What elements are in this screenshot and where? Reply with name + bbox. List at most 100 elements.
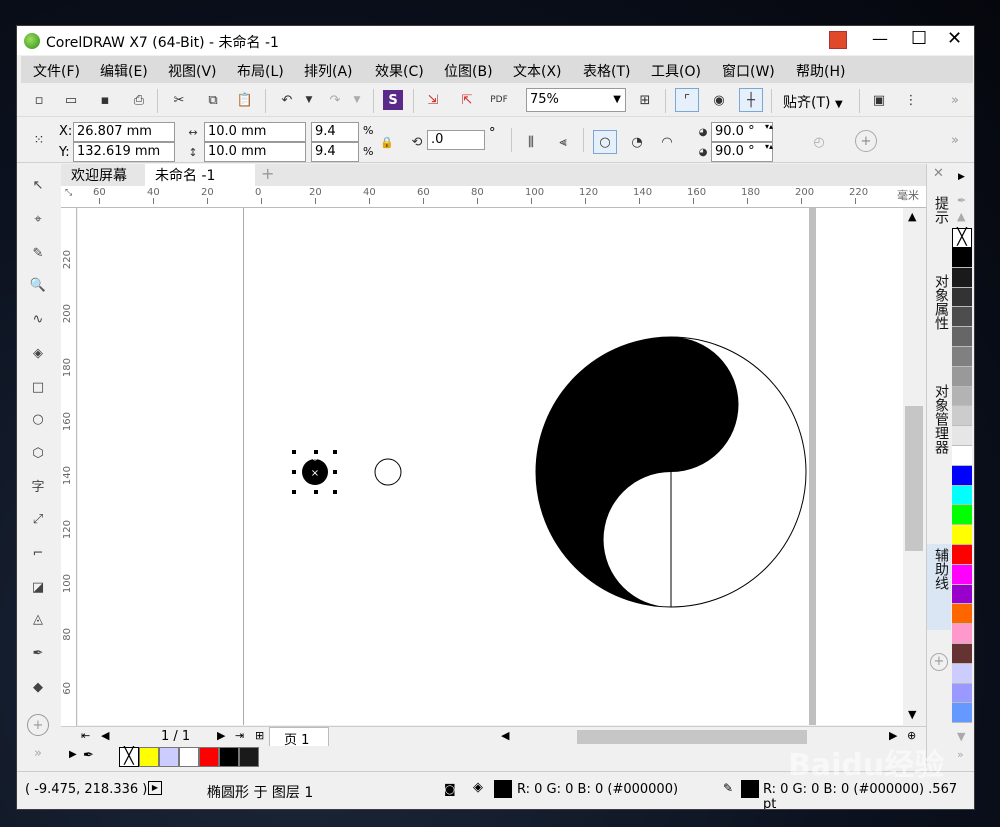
page-next-icon[interactable]: ▶ xyxy=(217,729,225,742)
page-prev-icon[interactable]: ◀ xyxy=(101,729,109,742)
drop-shadow-tool-icon[interactable]: ◪ xyxy=(27,576,49,598)
palette-swatch[interactable] xyxy=(952,505,972,526)
add-property-icon[interactable]: + xyxy=(855,130,877,152)
rotation-angle-field[interactable]: .0 xyxy=(427,130,485,150)
new-document-icon[interactable]: ▫ xyxy=(29,90,49,110)
options-icon[interactable]: ▣ xyxy=(869,90,889,110)
angle-spinners[interactable]: ▾▴ ▾▴ xyxy=(765,122,789,162)
snap-to-menu[interactable]: 贴齐(T) ▼ xyxy=(783,92,843,112)
undo-icon[interactable]: ↶ xyxy=(277,90,297,110)
zoom-level-select[interactable]: 75% ▼ xyxy=(526,88,626,112)
direction-icon[interactable]: ◴ xyxy=(809,132,829,152)
palette-swatch[interactable] xyxy=(952,465,972,486)
connector-tool-icon[interactable]: ⌐ xyxy=(27,542,49,564)
palette-swatch[interactable] xyxy=(952,446,972,466)
close-button[interactable]: ✕ xyxy=(947,28,962,49)
eyedropper-tool-icon[interactable]: ✒ xyxy=(27,642,49,664)
text-tool-icon[interactable]: 字 xyxy=(27,474,49,496)
menu-window[interactable]: 窗口(W) xyxy=(722,61,775,81)
yin-yang-shape[interactable] xyxy=(535,336,807,608)
show-rulers-icon[interactable]: ⌜ xyxy=(675,88,699,112)
palette-swatch[interactable] xyxy=(952,426,972,446)
minimize-button[interactable]: — xyxy=(872,29,888,48)
show-grid-icon[interactable]: ◉ xyxy=(709,90,729,110)
scale-x-field[interactable]: 9.4 xyxy=(311,122,359,142)
palette-swatch[interactable] xyxy=(952,287,972,308)
dimension-tool-icon[interactable]: ⤢ xyxy=(27,508,49,530)
tab-welcome-screen[interactable]: 欢迎屏幕 xyxy=(67,165,145,185)
menu-layout[interactable]: 布局(L) xyxy=(237,61,284,81)
palette-swatch[interactable] xyxy=(952,604,972,625)
horizontal-scroll-thumb[interactable] xyxy=(577,730,807,744)
zoom-tool-icon[interactable]: 🔍 xyxy=(27,274,49,296)
shape-tool-icon[interactable]: ⌖ xyxy=(27,208,49,230)
palette-swatch[interactable] xyxy=(952,485,972,506)
mirror-horizontal-icon[interactable]: ⫼ xyxy=(521,132,541,152)
ellipse-mode-icon[interactable]: ○ xyxy=(593,130,617,154)
mirror-vertical-icon[interactable]: ⫷ xyxy=(553,132,573,152)
menu-file[interactable]: 文件(F) xyxy=(33,61,80,81)
document-swatch[interactable] xyxy=(219,747,239,767)
palette-swatch[interactable] xyxy=(952,545,972,565)
paste-icon[interactable]: 📋 xyxy=(235,90,255,110)
palette-scroll-down-icon[interactable]: ▼ xyxy=(957,730,965,743)
docker-object-properties-tab[interactable]: 对象属性 xyxy=(927,270,951,362)
document-swatch[interactable] xyxy=(179,747,199,767)
maximize-button[interactable]: ☐ xyxy=(911,28,927,49)
print-icon[interactable]: ⎙ xyxy=(129,90,149,110)
palette-expand-icon[interactable]: » xyxy=(957,748,964,761)
palette-menu-icon[interactable]: ▶ xyxy=(958,172,965,182)
status-flyout-icon[interactable]: ▶ xyxy=(148,781,162,795)
palette-swatch[interactable] xyxy=(952,644,972,664)
document-swatch[interactable] xyxy=(139,747,159,767)
palette-swatch[interactable] xyxy=(952,624,972,644)
palette-swatch[interactable] xyxy=(952,327,972,347)
x-position-field[interactable]: 26.807 mm xyxy=(73,122,175,142)
start-angle-field[interactable]: 90.0 ° xyxy=(711,122,773,142)
menu-effects[interactable]: 效果(C) xyxy=(375,61,424,81)
menu-table[interactable]: 表格(T) xyxy=(583,61,630,81)
pie-mode-icon[interactable]: ◔ xyxy=(627,132,647,152)
freehand-tool-icon[interactable]: ∿ xyxy=(27,308,49,330)
crop-tool-icon[interactable]: ✎ xyxy=(27,242,49,264)
smart-fill-tool-icon[interactable]: ◈ xyxy=(27,342,49,364)
lock-ratio-icon[interactable]: 🔒 xyxy=(377,132,397,152)
palette-scroll-up-icon[interactable]: ▲ xyxy=(957,210,965,223)
user-avatar-icon[interactable] xyxy=(829,31,847,49)
search-content-icon[interactable]: S xyxy=(383,90,403,110)
vertical-scrollbar[interactable]: ▲ ▼ xyxy=(903,208,925,726)
docker-guidelines-tab[interactable]: 辅助线 xyxy=(927,544,951,630)
palette-swatch[interactable] xyxy=(952,584,972,605)
add-page-icon[interactable]: ⊞ xyxy=(255,729,264,742)
palette-swatch[interactable] xyxy=(952,683,972,704)
palette-flyout-icon[interactable]: ▶ xyxy=(69,749,77,760)
arc-mode-icon[interactable]: ◠ xyxy=(657,132,677,152)
palette-swatch[interactable] xyxy=(952,525,972,545)
menu-tools[interactable]: 工具(O) xyxy=(651,61,701,81)
interactive-fill-tool-icon[interactable]: ◆ xyxy=(27,676,49,698)
redo-icon[interactable]: ↷ xyxy=(325,90,345,110)
toolbox-overflow-icon[interactable]: » xyxy=(27,742,49,764)
palette-eyedropper-icon[interactable]: ✒ xyxy=(83,748,94,763)
palette-swatch[interactable] xyxy=(952,267,972,288)
publish-pdf-icon[interactable]: PDF xyxy=(489,90,509,110)
redo-dropdown-icon[interactable]: ▼ xyxy=(347,90,367,110)
full-screen-icon[interactable]: ⊞ xyxy=(635,90,655,110)
palette-swatch[interactable] xyxy=(952,564,972,585)
copy-icon[interactable]: ⧉ xyxy=(203,90,223,110)
width-field[interactable]: 10.0 mm xyxy=(204,122,306,142)
tab-add-button[interactable]: + xyxy=(261,164,274,183)
height-field[interactable]: 10.0 mm xyxy=(204,142,306,162)
small-circle[interactable] xyxy=(374,458,402,486)
palette-swatch[interactable] xyxy=(952,248,972,268)
palette-swatch[interactable] xyxy=(952,307,972,328)
palette-swatch[interactable] xyxy=(952,663,972,684)
document-swatch[interactable] xyxy=(239,747,259,767)
property-overflow-icon[interactable]: » xyxy=(945,130,965,150)
scroll-up-icon[interactable]: ▲ xyxy=(908,210,916,223)
page-first-icon[interactable]: ⇤ xyxy=(81,729,90,742)
pick-tool-icon[interactable]: ↖ xyxy=(27,174,49,196)
menu-help[interactable]: 帮助(H) xyxy=(796,61,845,81)
document-swatch[interactable] xyxy=(199,747,219,767)
open-icon[interactable]: ▭ xyxy=(61,90,81,110)
